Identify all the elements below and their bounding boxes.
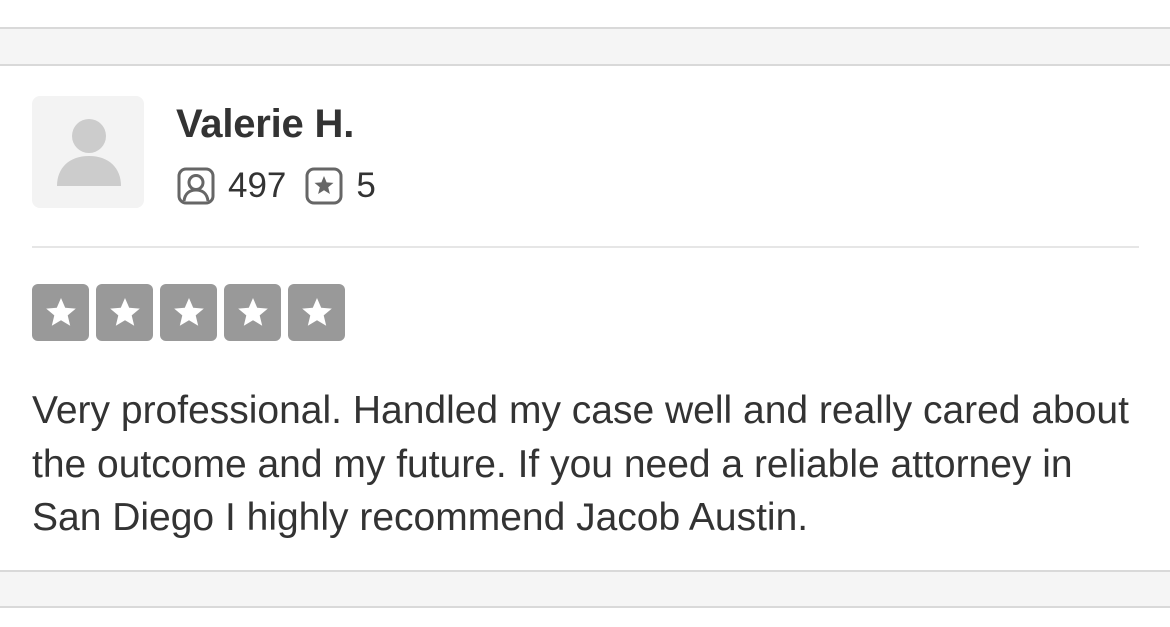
star-1 <box>32 284 89 341</box>
star-icon <box>237 297 268 326</box>
user-name[interactable]: Valerie H. <box>176 100 354 148</box>
friends-count: 497 <box>228 166 287 205</box>
star-rating <box>32 284 345 341</box>
star-2 <box>96 284 153 341</box>
star-icon <box>301 297 332 326</box>
review-text: Very professional. Handled my case well … <box>32 389 1129 539</box>
friends-icon <box>177 167 215 205</box>
user-avatar[interactable] <box>32 96 144 208</box>
star-icon <box>173 297 204 326</box>
top-separator-band <box>0 27 1170 66</box>
default-user-silhouette-icon <box>57 119 121 186</box>
reviews-count: 5 <box>356 166 376 205</box>
bottom-separator-band <box>0 570 1170 608</box>
star-icon <box>109 297 140 326</box>
reviews-star-icon <box>305 167 343 205</box>
star-icon <box>45 297 76 326</box>
review-card: Valerie H. 497 5 Very professional. Hand… <box>0 66 1170 570</box>
user-stats: 497 5 <box>176 166 376 206</box>
star-3 <box>160 284 217 341</box>
star-5 <box>288 284 345 341</box>
header-divider <box>32 246 1139 248</box>
star-4 <box>224 284 281 341</box>
